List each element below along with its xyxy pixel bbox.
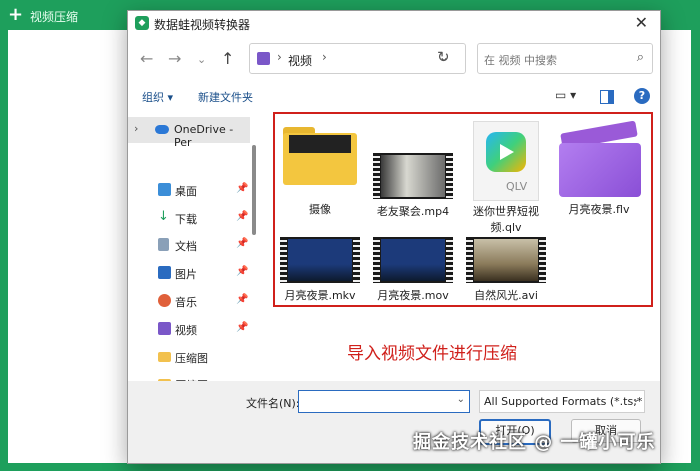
filename-input[interactable]: ⌄ <box>298 390 470 413</box>
file-item-moon-flv[interactable]: 月亮夜景.flv <box>553 120 645 217</box>
document-icon <box>158 238 169 251</box>
close-icon[interactable]: ✕ <box>635 13 648 32</box>
app-border-bottom <box>0 463 700 471</box>
sidebar-item-label: 视频 <box>175 324 197 337</box>
address-bar[interactable]: › 视频 › ⌄ <box>249 43 466 74</box>
app-title: 视频压缩 <box>30 10 79 24</box>
file-item-moon-mov[interactable]: 月亮夜景.mov <box>367 237 459 303</box>
file-item-moon-mkv[interactable]: 月亮夜景.mkv <box>274 237 366 303</box>
breadcrumb-separator-icon[interactable]: › <box>277 50 282 64</box>
search-placeholder: 在 视频 中搜索 <box>484 54 557 67</box>
file-item-reunion-mp4[interactable]: 老友聚会.mp4 <box>367 153 459 219</box>
navigation-bar: ← → ⌄ ↑ › 视频 › ⌄ ↻ 在 视频 中搜索 ⌕ <box>128 41 660 75</box>
refresh-icon[interactable]: ↻ <box>437 48 450 66</box>
add-icon[interactable]: + <box>8 4 23 25</box>
file-item-camera-folder[interactable]: 摄像 <box>274 125 366 217</box>
help-icon[interactable]: ? <box>634 88 650 104</box>
file-type-value: All Supported Formats (*.ts;* <box>484 395 643 408</box>
forward-arrow-icon[interactable]: → <box>168 49 181 68</box>
watermark: 掘金技术社区 @ 一罐小可乐 <box>413 432 656 453</box>
file-type-select[interactable]: All Supported Formats (*.ts;* ⌄ <box>479 390 645 413</box>
sidebar-item-documents[interactable]: 文档 📌 <box>128 234 258 256</box>
sidebar-item-label: 音乐 <box>175 296 197 309</box>
app-border-right <box>691 30 700 471</box>
chevron-down-icon[interactable]: ⌄ <box>632 394 640 405</box>
sidebar-item-label: OneDrive - Per <box>174 123 234 149</box>
sidebar-item-onedrive[interactable]: › OneDrive - Per <box>128 117 250 149</box>
pin-icon[interactable]: 📌 <box>236 211 248 222</box>
chevron-down-icon[interactable]: ⌄ <box>457 394 465 405</box>
sidebar-item-desktop[interactable]: 桌面 📌 <box>128 179 258 201</box>
file-item-mini-world-qlv[interactable]: QLV 迷你世界短视频.qlv <box>460 121 552 235</box>
file-item-nature-avi[interactable]: 自然风光.avi <box>460 237 552 303</box>
pin-icon[interactable]: 📌 <box>236 183 248 194</box>
pin-icon[interactable]: 📌 <box>236 238 248 249</box>
app-border-left <box>0 30 8 471</box>
file-name: 自然风光.avi <box>474 289 538 302</box>
video-thumbnail <box>373 237 453 283</box>
app-logo-icon: ◆ <box>135 16 149 30</box>
video-thumbnail <box>466 237 546 283</box>
search-icon[interactable]: ⌕ <box>637 50 644 65</box>
file-name: 老友聚会.mp4 <box>376 205 450 218</box>
chevron-right-icon[interactable]: › <box>134 122 138 135</box>
recent-locations-icon[interactable]: ⌄ <box>197 53 206 66</box>
dialog-title: 数据蛙视频转换器 <box>154 18 251 32</box>
dialog-titlebar: ◆ 数据蛙视频转换器 ✕ <box>128 11 660 35</box>
sidebar-item-label: 图片 <box>175 268 197 281</box>
download-icon: ↓ <box>158 209 169 224</box>
file-list: 摄像 老友聚会.mp4 QLV 迷你世界短视频.qlv 月亮夜景.flv 月亮夜… <box>263 109 655 381</box>
sidebar-item-label: 压缩图 <box>175 352 208 365</box>
breadcrumb-separator-icon[interactable]: › <box>322 50 327 64</box>
video-clapper-icon <box>557 120 641 199</box>
sidebar-item-compressed-1[interactable]: 压缩图 <box>128 346 258 368</box>
cloud-icon <box>155 125 169 134</box>
pin-icon[interactable]: 📌 <box>236 322 248 333</box>
open-file-dialog: ◆ 数据蛙视频转换器 ✕ ← → ⌄ ↑ › 视频 › ⌄ ↻ 在 视频 中搜索… <box>127 10 661 464</box>
file-name: 摄像 <box>309 203 331 216</box>
dialog-toolbar: 组织 ▾ 新建文件夹 ▭ ▾ ? <box>128 85 660 109</box>
back-arrow-icon[interactable]: ← <box>140 49 153 68</box>
picture-icon <box>158 266 171 279</box>
folder-icon <box>283 125 357 185</box>
tencent-video-icon: QLV <box>473 121 539 201</box>
filename-label: 文件名(N): <box>246 397 300 410</box>
view-options-icon[interactable]: ▭ ▾ <box>555 88 576 102</box>
sidebar-item-downloads[interactable]: ↓ 下载 📌 <box>128 207 258 229</box>
new-folder-button[interactable]: 新建文件夹 <box>198 89 253 105</box>
sidebar-item-label: 下载 <box>175 213 197 226</box>
navigation-pane: › OneDrive - Per 桌面 📌 ↓ 下载 📌 文档 📌 图片 📌 音… <box>128 109 258 392</box>
up-arrow-icon[interactable]: ↑ <box>221 49 234 68</box>
pin-icon[interactable]: 📌 <box>236 294 248 305</box>
sidebar-item-pictures[interactable]: 图片 📌 <box>128 262 258 284</box>
sidebar-item-videos[interactable]: 视频 📌 <box>128 318 258 340</box>
music-icon <box>158 294 171 307</box>
breadcrumb-videos[interactable]: 视频 <box>288 52 312 69</box>
video-icon <box>158 322 171 335</box>
desktop-icon <box>158 183 171 196</box>
file-name: 月亮夜景.mov <box>377 289 449 302</box>
preview-pane-icon[interactable] <box>600 90 614 104</box>
organize-button[interactable]: 组织 ▾ <box>142 89 173 105</box>
sidebar-item-label: 桌面 <box>175 185 197 198</box>
pin-icon[interactable]: 📌 <box>236 266 248 277</box>
video-thumbnail <box>373 153 453 199</box>
video-thumbnail <box>280 237 360 283</box>
sidebar-item-label: 文档 <box>175 240 197 253</box>
videos-folder-icon <box>257 52 270 65</box>
import-hint: 导入视频文件进行压缩 <box>347 344 517 364</box>
file-name: 月亮夜景.mkv <box>284 289 356 302</box>
sidebar-item-music[interactable]: 音乐 📌 <box>128 290 258 312</box>
search-input[interactable]: 在 视频 中搜索 ⌕ <box>477 43 653 74</box>
file-name: 迷你世界短视频.qlv <box>473 205 539 234</box>
folder-icon <box>158 352 171 362</box>
file-name: 月亮夜景.flv <box>568 203 630 216</box>
